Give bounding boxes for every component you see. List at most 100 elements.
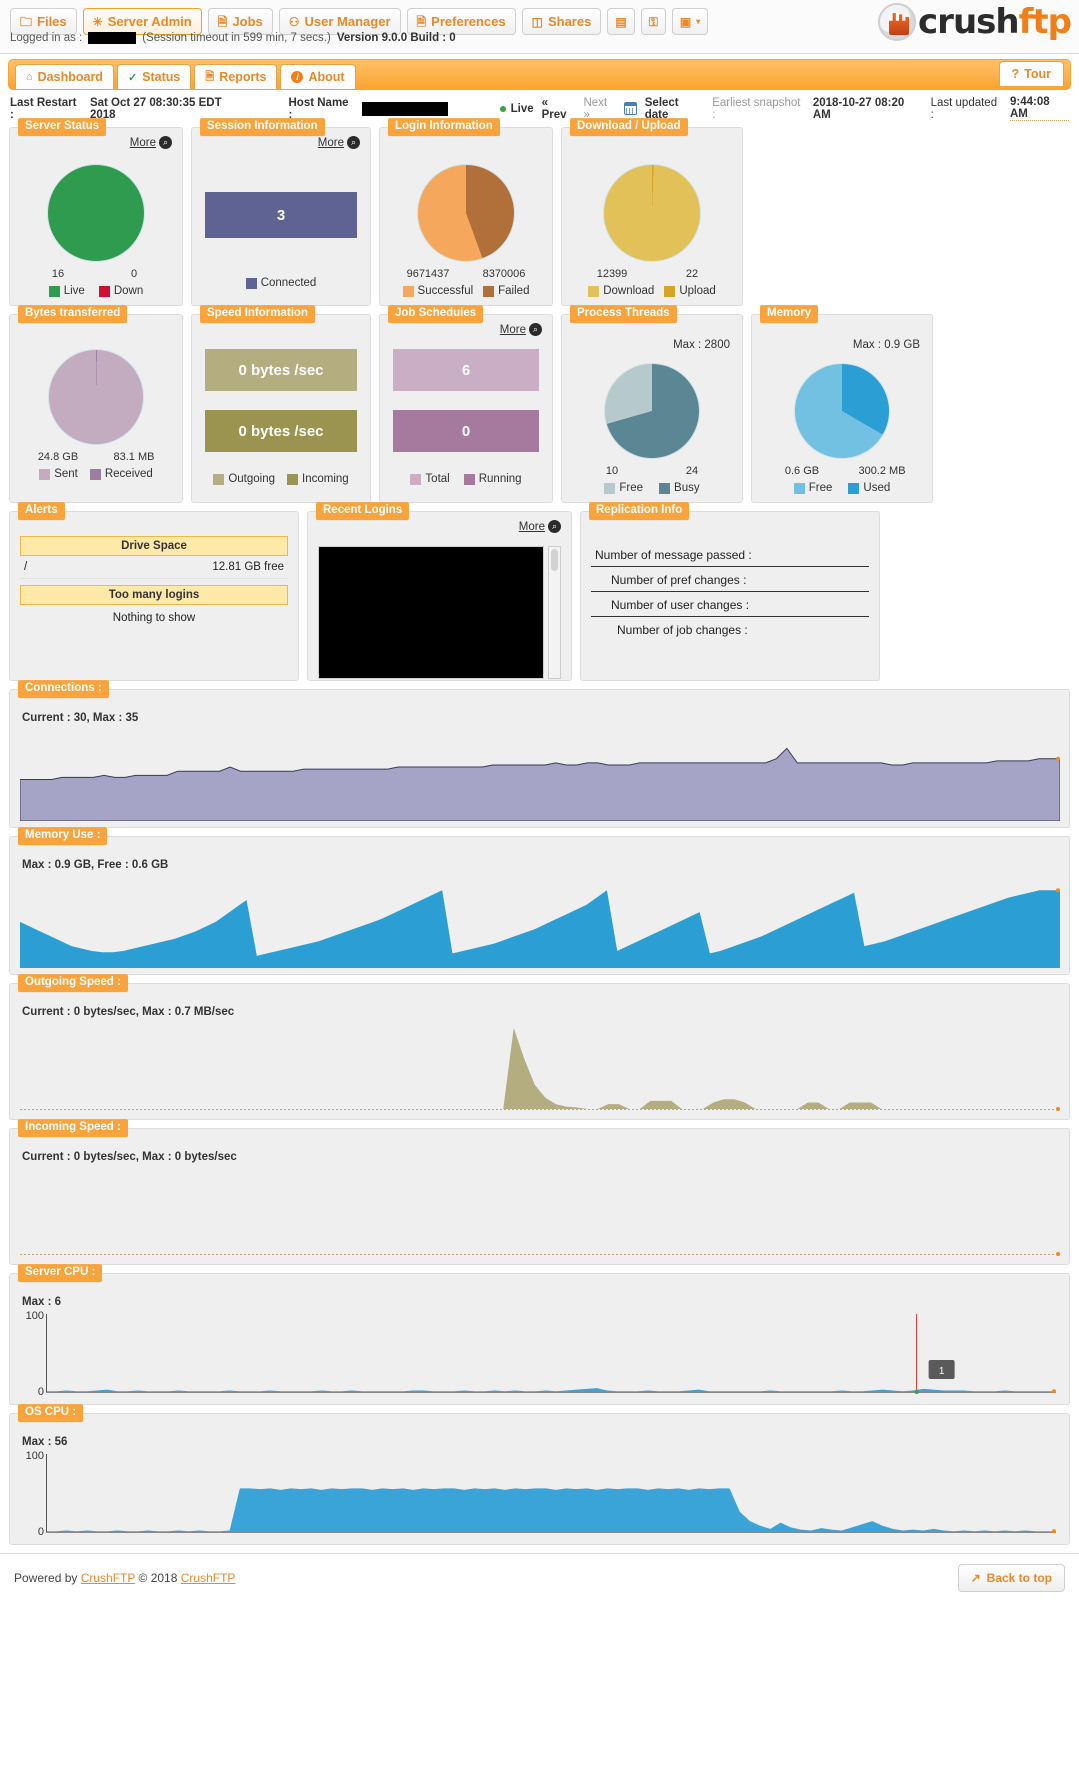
legend-label-failed: Failed [498, 285, 530, 297]
scrollbar-thumb[interactable] [551, 549, 558, 571]
calendar-icon[interactable] [623, 102, 637, 115]
legend-item-received: Received [89, 468, 153, 480]
legend-item-outgoing: Outgoing [213, 473, 275, 485]
more-label: More [518, 520, 545, 533]
back-to-top-button[interactable]: ↗ Back to top [957, 1564, 1065, 1592]
more-label: More [129, 136, 156, 149]
login-value-successful: 9671437 [406, 268, 450, 280]
toolbar-button-jobs[interactable]: 🗎 Jobs [207, 8, 273, 35]
panel-title-download-upload: Download / Upload [570, 118, 688, 136]
user-icon: ⚇ [288, 14, 300, 29]
memory-pie [794, 363, 890, 459]
tab-dashboard[interactable]: ⌂ Dashboard [15, 64, 114, 89]
job-schedules-content: 6 0 Total Running [390, 349, 542, 485]
graph-connections: Connections : Current : 30, Max : 35 [9, 680, 1070, 828]
legend-swatch-upload [664, 285, 676, 297]
download-upload-chart: 12399 22 Download Upload [572, 164, 732, 297]
tab-about[interactable]: i About [280, 64, 356, 89]
toolbar-button-key[interactable]: ⚿ [640, 8, 666, 35]
graph-memory-use: Memory Use : Max : 0.9 GB, Free : 0.6 GB [9, 827, 1070, 975]
threads-free-value: 10 [605, 465, 619, 477]
panel-title-memory: Memory [760, 305, 819, 323]
last-updated-label: Last updated : [930, 96, 998, 121]
panel-login-information: Login Information 9671437 8370006 Succes… [379, 118, 553, 306]
legend-label-running: Running [478, 473, 522, 485]
tour-label: Tour [1024, 67, 1051, 81]
next-button[interactable]: Next » [583, 97, 616, 121]
job-schedules-more-button[interactable]: More ⌕ [500, 323, 542, 336]
legend-label-connected: Connected [260, 277, 317, 289]
server-status-more-button[interactable]: More ⌕ [130, 136, 172, 149]
legend-swatch-memory-free [793, 482, 805, 494]
download-value: 12399 [596, 268, 628, 280]
live-toggle[interactable]: Live [499, 103, 534, 115]
legend-item-busy: Busy [659, 482, 700, 494]
server-status-value-down: 0 [130, 268, 138, 280]
tab-bar: ⌂ Dashboard ✓ Status 🗎 Reports i About ?… [8, 59, 1071, 90]
legend-label-received: Received [104, 468, 153, 480]
legend-label-sent: Sent [54, 468, 78, 480]
panel-title-alerts: Alerts [18, 502, 65, 520]
outgoing-speed-value: 0 bytes /sec [238, 361, 324, 379]
tab-status[interactable]: ✓ Status [116, 64, 192, 89]
panel-title-session-information: Session Information [200, 118, 325, 136]
speed-information-content: 0 bytes /sec 0 bytes /sec Outgoing Incom… [202, 349, 360, 485]
server-status-value-live: 16 [51, 268, 65, 280]
download-upload-pie [603, 164, 701, 262]
check-icon: ✓ [127, 71, 138, 84]
graph-outgoing-speed: Outgoing Speed : Current : 0 bytes/sec, … [9, 974, 1070, 1120]
replication-line-user-changes: Number of user changes : [591, 592, 869, 617]
tour-button[interactable]: ? Tour [998, 61, 1064, 86]
earliest-snapshot-label: Earliest snapshot : [712, 96, 801, 121]
bytes-sent-value: 24.8 GB [37, 451, 79, 463]
folder-icon: 🗀 [20, 14, 33, 29]
toolbar-button-user-manager[interactable]: ⚇ User Manager [278, 8, 401, 35]
legend-swatch-download [588, 285, 600, 297]
recent-logins-more-button[interactable]: More ⌕ [519, 520, 561, 533]
magnify-icon: ⌕ [159, 136, 172, 149]
widget-row-3: Alerts Drive Space / 12.81 GB free Too m… [0, 502, 1079, 689]
panel-title-speed-information: Speed Information [200, 305, 315, 323]
panel-title-job-schedules: Job Schedules [388, 305, 484, 323]
legend-label-live: Live [63, 285, 85, 297]
legend-label-free: Free [619, 482, 644, 494]
session-information-more-button[interactable]: More ⌕ [318, 136, 360, 149]
legend-label-down: Down [113, 285, 144, 297]
os-cpu-y-bottom: 0 [37, 1526, 44, 1538]
upload-value: 22 [685, 268, 699, 280]
download-upload-legend: Download Upload [588, 285, 716, 297]
home-icon: ⌂ [26, 71, 33, 83]
dashboard-page: 🗀 Files ✳ Server Admin 🗎 Jobs ⚇ User Man… [0, 0, 1079, 1602]
footer-link-crushftp-1[interactable]: CrushFTP [81, 1571, 135, 1585]
host-name-redacted [362, 101, 449, 116]
recent-logins-scrollbar[interactable] [548, 546, 561, 679]
legend-label-memory-used: Used [863, 482, 891, 494]
jobs-running-box: 0 [393, 410, 539, 452]
prev-button[interactable]: « Prev [542, 97, 576, 121]
graph-canvas-incoming-speed [20, 1252, 1060, 1256]
legend-item-free: Free [604, 482, 643, 494]
toolbar-button-terminal[interactable]: ▤ [607, 8, 635, 35]
legend-item-memory-free: Free [793, 482, 832, 494]
toolbar-button-image-dropdown[interactable]: ▣ ▾ [671, 8, 709, 35]
toolbar-button-files[interactable]: 🗀 Files [10, 8, 77, 35]
graph-canvas-memory-use [20, 888, 1060, 968]
threads-busy-value: 24 [685, 465, 699, 477]
login-information-values: 9671437 8370006 [390, 268, 542, 280]
username-redacted [88, 32, 137, 44]
back-to-top-label: Back to top [986, 1571, 1052, 1585]
speed-information-legend: Outgoing Incoming [213, 473, 349, 485]
footer-link-crushftp-2[interactable]: CrushFTP [181, 1571, 236, 1585]
toolbar-button-server-admin[interactable]: ✳ Server Admin [82, 8, 202, 35]
replication-line-pref-changes: Number of pref changes : [591, 567, 869, 592]
select-date-button[interactable]: Select date [645, 97, 704, 121]
panel-job-schedules: Job Schedules More ⌕ 6 0 Total Running [379, 305, 553, 503]
toolbar-button-shares[interactable]: ◫ Shares [521, 8, 602, 35]
memory-legend: Free Used [793, 482, 891, 494]
tab-reports[interactable]: 🗎 Reports [194, 64, 278, 89]
graph-incoming-speed: Incoming Speed : Current : 0 bytes/sec, … [9, 1119, 1070, 1265]
toolbar-button-preferences[interactable]: 🗎 Preferences [406, 8, 516, 35]
panel-title-bytes-transferred: Bytes transferred [18, 305, 128, 323]
graph-title-incoming-speed: Incoming Speed : [18, 1119, 128, 1137]
legend-label-busy: Busy [674, 482, 700, 494]
